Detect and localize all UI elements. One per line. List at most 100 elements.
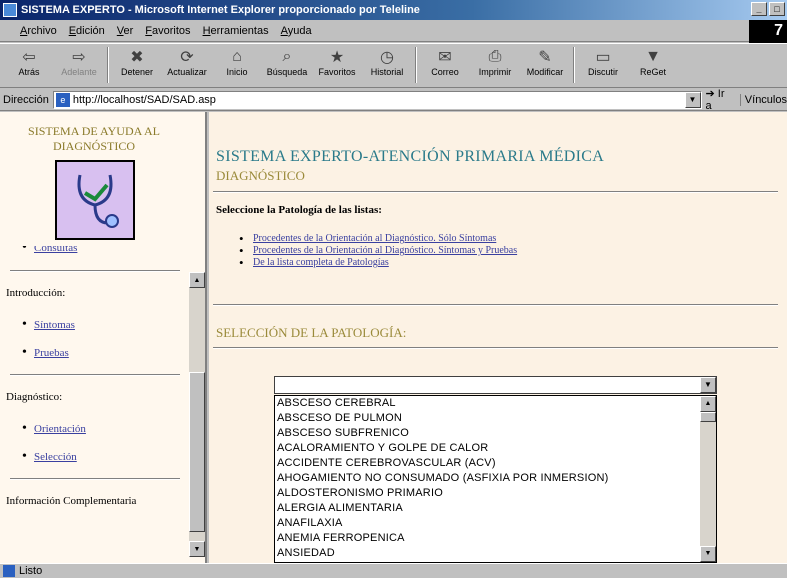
pathology-select[interactable]: ▼ <box>274 376 717 394</box>
divider <box>10 374 180 376</box>
links-button[interactable]: Vínculos <box>739 93 787 106</box>
nav-item-orientacion[interactable]: Orientación <box>0 418 190 440</box>
toolbar-button-back-arrow[interactable]: ⇦ Atrás <box>4 47 54 87</box>
list-item: Procedentes de la Orientación al Diagnós… <box>239 233 517 245</box>
scroll-up-button[interactable]: ▲ <box>189 272 205 288</box>
scroll-thumb[interactable] <box>189 372 205 532</box>
pathology-option[interactable]: ANSIEDAD <box>275 546 716 561</box>
divider <box>213 304 778 306</box>
nav-item-seleccion[interactable]: Selección <box>0 446 190 468</box>
search-icon: ⌕ <box>282 48 292 65</box>
toolbar-button-forward-arrow[interactable]: ⇨ Adelante <box>54 47 104 87</box>
pathology-option[interactable]: ALERGIA ALIMENTARIA <box>275 501 716 516</box>
address-input[interactable]: e http://localhost/SAD/SAD.asp ▼ <box>52 90 702 109</box>
intro-heading: Introducción: <box>6 287 66 299</box>
window-controls: _ □ <box>751 2 785 16</box>
pathology-option[interactable]: ABSCESO DE PULMON <box>275 411 716 426</box>
left-frame-scrollbar[interactable]: ▲ ▼ <box>189 272 205 557</box>
reget-icon: ▼ <box>645 48 661 65</box>
toolbar-separator <box>573 47 575 83</box>
nav-item-sintomas[interactable]: Síntomas <box>0 314 190 336</box>
nav-item-consultas[interactable]: Consultas <box>0 246 190 258</box>
left-nav-list: Consultas Introducción: Síntomas Pruebas… <box>0 246 190 512</box>
nav-link-consultas[interactable]: Consultas <box>34 246 77 254</box>
address-dropdown-button[interactable]: ▼ <box>684 91 701 108</box>
content-frame: SISTEMA EXPERTO-ATENCIÓN PRIMARIA MÉDICA… <box>209 112 787 563</box>
page-icon: e <box>55 92 70 107</box>
pathology-option[interactable]: ACALORAMIENTO Y GOLPE DE CALOR <box>275 441 716 456</box>
nav-item-pruebas[interactable]: Pruebas <box>0 342 190 364</box>
page-title: SISTEMA EXPERTO-ATENCIÓN PRIMARIA MÉDICA <box>216 148 605 165</box>
toolbar-button-home[interactable]: ⌂ Inicio <box>212 47 262 87</box>
scroll-up-button[interactable]: ▲ <box>700 396 716 412</box>
dropdown-scrollbar[interactable]: ▲ ▼ <box>700 396 716 562</box>
divider <box>10 270 180 272</box>
page-icon <box>3 565 15 577</box>
menu-item[interactable]: Ver <box>117 25 134 37</box>
toolbar-button-history[interactable]: ◷ Historial <box>362 47 412 87</box>
scroll-down-button[interactable]: ▼ <box>189 541 205 557</box>
pathology-dropdown-list[interactable]: ABSCESO CEREBRAL ABSCESO DE PULMON ABSCESO… <box>274 395 717 563</box>
toolbar-button-mail[interactable]: ✉ Correo <box>420 47 470 87</box>
maximize-button[interactable]: □ <box>769 2 785 16</box>
history-icon: ◷ <box>380 49 394 66</box>
menu-item[interactable]: Favoritos <box>145 25 190 37</box>
menu-bar: Archivo Edición Ver Favoritos Herramientas Ay… <box>0 20 787 42</box>
go-button[interactable]: ➔ Ir a <box>706 87 732 112</box>
toolbar-button-label: Correo <box>431 67 459 77</box>
toolbar-button-favorites[interactable]: ★ Favoritos <box>312 47 362 87</box>
toolbar-button-edit[interactable]: ✎ Modificar <box>520 47 570 87</box>
divider <box>10 478 180 480</box>
toolbar-button-reget[interactable]: ▼ ReGet <box>628 47 678 87</box>
stethoscope-logo-icon <box>55 160 135 240</box>
option-link-solo-sintomas[interactable]: Procedentes de la Orientación al Diagnós… <box>253 233 496 244</box>
nav-link-pruebas[interactable]: Pruebas <box>34 347 69 359</box>
pathology-option[interactable]: ALDOSTERONISMO PRIMARIO <box>275 486 716 501</box>
scroll-thumb[interactable] <box>700 412 716 422</box>
toolbar-button-label: Modificar <box>526 67 564 77</box>
toolbar-button-label: Favoritos <box>318 67 356 77</box>
menu-item[interactable]: Archivo <box>20 25 57 37</box>
ie-app-icon <box>3 3 17 17</box>
toolbar-button-label: Atrás <box>18 67 40 77</box>
pathology-option[interactable]: ABSCESO SUBFRENICO <box>275 426 716 441</box>
nav-link-sintomas[interactable]: Síntomas <box>34 319 75 331</box>
scroll-down-button[interactable]: ▼ <box>700 546 716 562</box>
chevron-down-icon[interactable]: ▼ <box>700 377 716 393</box>
toolbar-separator <box>107 47 109 83</box>
toolbar-button-print[interactable]: ⎙ Imprimir <box>470 47 520 87</box>
pathology-option[interactable]: ANAFILAXIA <box>275 516 716 531</box>
toolbar-button-search[interactable]: ⌕ Búsqueda <box>262 47 312 87</box>
address-label: Dirección <box>3 93 49 106</box>
address-bar: Dirección e http://localhost/SAD/SAD.asp… <box>0 87 787 112</box>
option-link-sintomas-pruebas[interactable]: Procedentes de la Orientación al Diagnós… <box>253 245 517 256</box>
toolbar-button-discuss[interactable]: ▭ Discutir <box>578 47 628 87</box>
discuss-icon: ▭ <box>595 49 611 66</box>
home-icon: ⌂ <box>232 48 242 65</box>
section-title: SELECCIÓN DE LA PATOLOGÍA: <box>216 325 407 340</box>
go-label: Ir a <box>705 88 725 112</box>
print-icon: ⎙ <box>488 48 502 65</box>
diagnosis-heading: Diagnóstico: <box>6 391 63 403</box>
toolbar-button-refresh[interactable]: ⟳ Actualizar <box>162 47 212 87</box>
toolbar-separator <box>415 47 417 83</box>
minimize-button[interactable]: _ <box>751 2 767 16</box>
option-link-lista-completa[interactable]: De la lista completa de Patologías <box>253 257 389 268</box>
toolbar-button-stop[interactable]: ✖ Detener <box>112 47 162 87</box>
pathology-option[interactable]: AHOGAMIENTO NO CONSUMADO (ASFIXIA POR IN… <box>275 471 716 486</box>
source-options-list: Procedentes de la Orientación al Diagnós… <box>239 233 517 269</box>
menu-item[interactable]: Edición <box>69 25 105 37</box>
toolbar-button-label: Búsqueda <box>266 67 308 77</box>
instruction-text: Seleccione la Patología de las listas: <box>216 204 382 216</box>
menu-item[interactable]: Ayuda <box>281 25 312 37</box>
address-url: http://localhost/SAD/SAD.asp <box>72 93 216 106</box>
nav-link-orientacion[interactable]: Orientación <box>34 423 86 435</box>
pathology-option[interactable]: ACCIDENTE CEREBROVASCULAR (ACV) <box>275 456 716 471</box>
menu-item[interactable]: Herramientas <box>203 25 269 37</box>
status-text: Listo <box>19 565 43 577</box>
pathology-option[interactable]: ANEMIA FERROPENICA <box>275 531 716 546</box>
toolbar-button-label: Imprimir <box>478 67 512 77</box>
pathology-option[interactable]: ABSCESO CEREBRAL <box>275 396 716 411</box>
toolbar-button-label: Adelante <box>61 67 97 77</box>
nav-link-seleccion[interactable]: Selección <box>34 451 77 463</box>
